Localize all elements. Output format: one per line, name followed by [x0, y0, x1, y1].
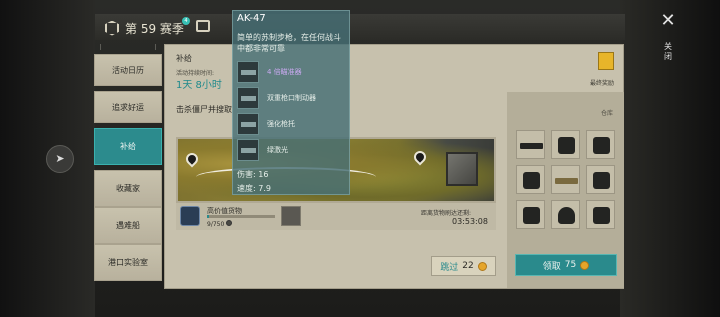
skip-button[interactable]: 跳过 22	[431, 256, 496, 276]
cargo-progress-value: 9/750	[207, 221, 225, 228]
event-duration-value: 1天 8小时	[176, 80, 222, 91]
boots-icon[interactable]	[516, 200, 545, 229]
vest-icon[interactable]	[516, 165, 545, 194]
boots-icon[interactable]	[586, 130, 615, 159]
distance-timer: 03:53:08	[452, 217, 488, 226]
claim-label: 领取	[542, 261, 561, 272]
sidebar-item-luck[interactable]: 追求好运	[94, 91, 162, 123]
claim-cost: 75	[564, 260, 577, 270]
attachment-name: 4 倍瞄准器	[267, 68, 302, 76]
attachment-name: 双重枪口制动器	[267, 94, 316, 102]
final-reward-label: 最终奖励	[590, 80, 615, 87]
attachment-name: 绿激光	[267, 146, 288, 154]
attachment-scope: 4 倍瞄准器	[237, 61, 349, 83]
coin-icon	[477, 261, 487, 271]
calendar-tab-icon[interactable]	[196, 20, 210, 32]
scope-icon	[237, 61, 259, 83]
sidebar-item-supply[interactable]: 补给	[94, 128, 162, 165]
close-label: 关闭	[664, 42, 672, 61]
final-reward-icon[interactable]	[598, 52, 614, 70]
muzzle-icon	[237, 87, 259, 109]
weapon-tooltip: AK-47 简单的苏制步枪，在任何战斗中都非常可靠 4 倍瞄准器 双重枪口制动器…	[232, 10, 350, 195]
sidebar-item-lab[interactable]: 港口实验室	[94, 244, 162, 281]
tooltip-title: AK-47	[237, 13, 266, 24]
cargo-unit-icon	[226, 220, 233, 226]
panel-title: 补给	[176, 54, 192, 63]
season-icon	[105, 20, 119, 36]
boots-icon[interactable]	[551, 130, 580, 159]
stock-icon	[237, 113, 259, 135]
warehouse-label: 仓库	[601, 110, 614, 117]
claim-button[interactable]: 领取 75	[515, 254, 617, 276]
weapon-slot[interactable]	[281, 206, 301, 226]
cargo-crate-icon	[446, 152, 478, 186]
coin-icon	[580, 260, 590, 270]
cargo-icon	[180, 206, 200, 226]
boots-icon[interactable]	[586, 200, 615, 229]
close-icon[interactable]: ✕	[659, 12, 677, 30]
attachment-muzzle: 双重枪口制动器	[237, 87, 349, 109]
laser-icon	[237, 139, 259, 161]
cargo-progress-bar	[207, 215, 275, 218]
notification-badge: 4	[182, 17, 190, 25]
sidebar-item-shipwreck[interactable]: 遇难船	[94, 207, 162, 244]
boots-icon[interactable]	[586, 165, 615, 194]
helmet-icon[interactable]	[551, 200, 580, 229]
skip-label: 跳过	[440, 262, 459, 273]
attachment-stock: 强化枪托	[237, 113, 349, 135]
season-tab[interactable]: 第 59 赛季	[105, 18, 184, 38]
season-label: 第 59 赛季	[125, 21, 184, 36]
attachment-name: 强化枪托	[267, 120, 295, 128]
damage-stat: 伤害: 16	[237, 170, 269, 179]
sidebar-item-calendar[interactable]: 活动日历	[94, 54, 162, 86]
tooltip-description: 简单的苏制步枪，在任何战斗中都非常可靠	[237, 33, 341, 53]
attachment-laser: 绿激光	[237, 139, 349, 161]
cargo-progress-text: 9/750	[207, 220, 233, 228]
skip-cost: 22	[462, 261, 474, 271]
rifle-icon[interactable]	[551, 165, 580, 194]
sidebar-item-collector[interactable]: 收藏家	[94, 170, 162, 207]
speed-stat: 速度: 7.9	[237, 184, 271, 193]
cargo-progress-fill	[207, 215, 209, 218]
send-icon[interactable]: ➤	[46, 145, 74, 173]
panel-subtitle: 击杀僵尸并搜取	[176, 105, 232, 114]
distance-label: 距离货物刷达还剩:	[421, 210, 472, 217]
rifle-icon[interactable]	[516, 130, 545, 159]
